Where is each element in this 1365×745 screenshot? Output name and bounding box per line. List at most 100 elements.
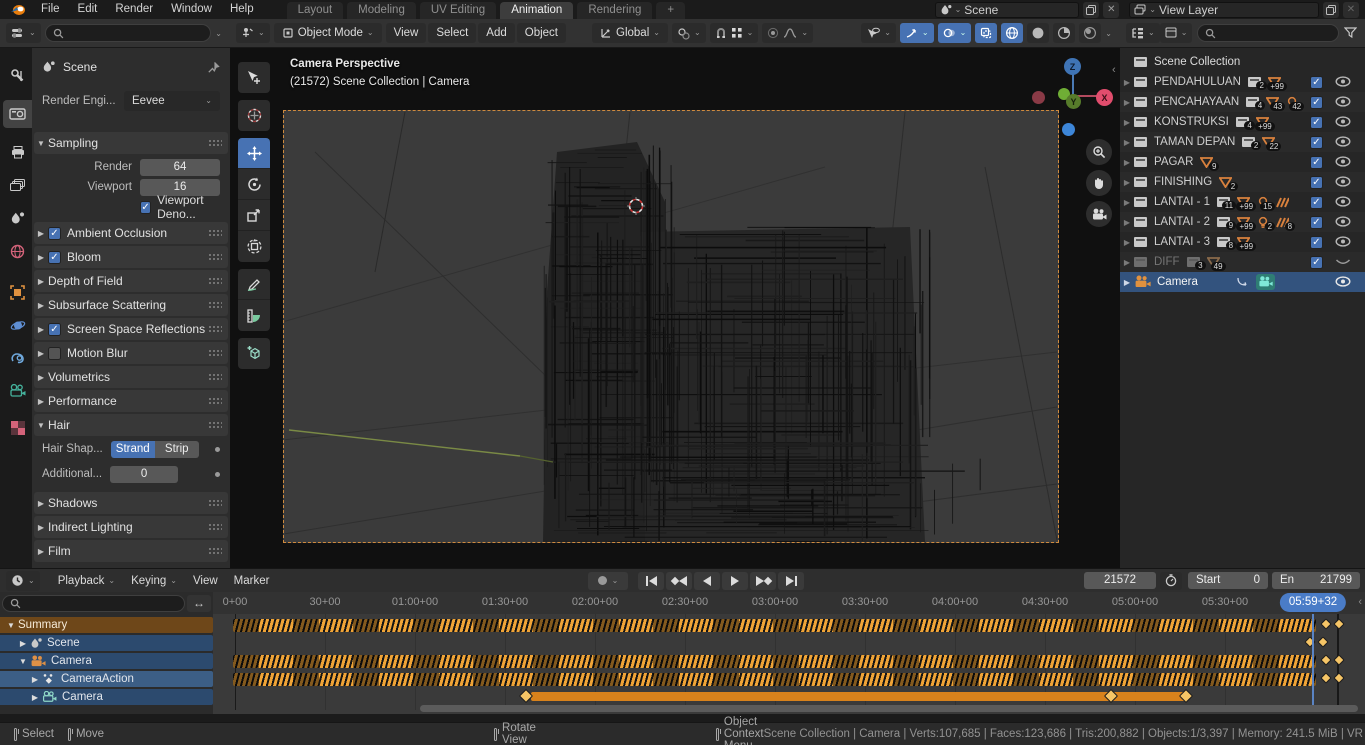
expand-arrow-icon[interactable]: ▶	[1120, 218, 1134, 227]
axis-y-ball[interactable]: Y	[1066, 94, 1081, 109]
menu-help[interactable]: Help	[221, 0, 263, 19]
panel-grip-icon[interactable]	[208, 349, 222, 358]
channel-cameraaction[interactable]: ▶CameraAction	[0, 671, 213, 687]
jump-to-end-button[interactable]	[778, 572, 804, 590]
expand-arrow-icon[interactable]: ▶	[34, 253, 48, 262]
frame-end-field[interactable]: En21799	[1272, 572, 1360, 589]
jump-to-start-button[interactable]	[638, 572, 664, 590]
timeline-scrollbar[interactable]	[420, 705, 1358, 712]
marker-menu[interactable]: Marker	[226, 571, 278, 591]
viewport-menu-object[interactable]: Object	[517, 23, 566, 43]
use-preview-range-button[interactable]	[1160, 572, 1182, 590]
outliner-row-finishing[interactable]: ▶FINISHING2✓	[1120, 172, 1365, 192]
move-tool-button[interactable]	[238, 138, 270, 169]
panel-section-motion-blur[interactable]: ▶Motion Blur	[34, 342, 228, 364]
panel-grip-icon[interactable]	[208, 301, 222, 310]
annotate-tool-button[interactable]	[238, 269, 270, 300]
collection-name[interactable]: KONSTRUKSI	[1154, 116, 1229, 128]
properties-tab-world[interactable]	[3, 237, 32, 265]
checkbox-screen-space-reflections[interactable]: ✓	[48, 323, 61, 336]
panel-grip-icon[interactable]	[208, 325, 222, 334]
collection-name[interactable]: PENDAHULUAN	[1154, 76, 1241, 88]
outliner-row-camera[interactable]: ▶Camera	[1120, 272, 1365, 292]
region-collapse-arrow[interactable]: ‹	[1358, 596, 1362, 608]
panel-grip-icon[interactable]	[208, 277, 222, 286]
properties-filter-chevron[interactable]: ⌄	[215, 29, 222, 38]
properties-editor-type-button[interactable]: ⌄	[6, 23, 41, 43]
viewport-menu-select[interactable]: Select	[428, 23, 476, 43]
workspace-tab-layout[interactable]: Layout	[287, 2, 344, 19]
timeline-view-menu[interactable]: View	[185, 571, 226, 591]
shading-dropdown[interactable]: ⌄	[1105, 29, 1112, 38]
snapping-pivot-button[interactable]: ⌄	[672, 23, 706, 43]
transform-tool-button[interactable]	[238, 231, 270, 262]
add-workspace-button[interactable]: +	[656, 2, 685, 19]
action-strip-bar[interactable]	[531, 692, 1186, 701]
axis-z-ball[interactable]: Z	[1064, 58, 1081, 75]
panel-grip-icon[interactable]	[208, 139, 222, 148]
viewport-3d[interactable]: Camera Perspective (21572) Scene Collect…	[230, 48, 1120, 568]
properties-tab-output[interactable]	[3, 138, 32, 166]
collection-name[interactable]: FINISHING	[1154, 176, 1212, 188]
animate-property-dot[interactable]	[215, 472, 220, 477]
rotate-tool-button[interactable]	[238, 169, 270, 200]
expand-arrow-icon[interactable]: ▶	[34, 301, 48, 310]
expand-arrow-icon[interactable]: ▶	[34, 349, 48, 358]
keyframe-diamond[interactable]	[1317, 636, 1328, 647]
workspace-tab-uv-editing[interactable]: UV Editing	[420, 2, 496, 19]
workspace-tab-rendering[interactable]: Rendering	[577, 2, 652, 19]
overlays-toggle[interactable]: ⌄	[938, 23, 972, 43]
expand-arrow-icon[interactable]: ▶	[28, 693, 42, 702]
expand-arrow-icon[interactable]: ▶	[34, 325, 48, 334]
expand-arrow-icon[interactable]: ▶	[1120, 138, 1134, 147]
channel-camera[interactable]: ▼Camera	[0, 653, 213, 669]
current-time-badge[interactable]: 05:59+32	[1280, 593, 1346, 612]
eye-icon[interactable]	[1335, 156, 1351, 167]
eye-icon[interactable]	[1335, 76, 1351, 87]
panel-section-bloom[interactable]: ▶✓Bloom	[34, 246, 228, 268]
expand-arrow-icon[interactable]: ▶	[1120, 158, 1134, 167]
eye-icon[interactable]	[1335, 176, 1351, 187]
pan-hand-button[interactable]	[1086, 170, 1112, 196]
timeline-editor-type-button[interactable]: ⌄	[6, 571, 40, 591]
collection-name[interactable]: LANTAI - 2	[1154, 216, 1210, 228]
expand-arrow-icon[interactable]: ▶	[34, 523, 48, 532]
hair-shape-option-strand[interactable]: Strand	[111, 441, 155, 458]
keyframe-diamond[interactable]	[519, 689, 533, 703]
collection-checkbox[interactable]: ✓	[1310, 176, 1323, 189]
properties-tab-view-layer[interactable]	[3, 171, 32, 199]
keyframe-strip[interactable]	[233, 673, 1316, 686]
keyframe-diamond[interactable]	[1333, 618, 1344, 629]
expand-arrow-icon[interactable]: ▶	[1120, 238, 1134, 247]
object-visibility-button[interactable]: ⌄	[861, 23, 896, 43]
channel-search-input[interactable]	[2, 595, 185, 612]
viewport-menu-add[interactable]: Add	[478, 23, 514, 43]
playhead[interactable]	[1312, 614, 1314, 706]
menu-window[interactable]: Window	[162, 0, 221, 19]
gizmos-toggle[interactable]: ⌄	[900, 23, 934, 43]
expand-arrow-icon[interactable]: ▶	[1120, 258, 1134, 267]
panel-section-sampling[interactable]: ▼Sampling	[34, 132, 228, 154]
expand-arrow-icon[interactable]: ▶	[34, 277, 48, 286]
collection-name[interactable]: PENCAHAYAAN	[1154, 96, 1239, 108]
eye-icon[interactable]	[1335, 96, 1351, 107]
outliner-row-diff[interactable]: ▶DIFF349✓	[1120, 252, 1365, 272]
properties-tab-scene[interactable]	[3, 204, 32, 232]
playback-menu[interactable]: Playback⌄	[50, 571, 123, 591]
panel-section-film[interactable]: ▶Film	[34, 540, 228, 562]
expand-arrow-icon[interactable]: ▼	[4, 621, 18, 630]
expand-arrow-icon[interactable]: ▶	[34, 547, 48, 556]
play-reverse-button[interactable]	[694, 572, 720, 590]
collection-name[interactable]: LANTAI - 1	[1154, 196, 1210, 208]
expand-arrow-icon[interactable]: ▶	[16, 639, 30, 648]
keyframe-diamond[interactable]	[1320, 672, 1331, 683]
panel-section-shadows[interactable]: ▶Shadows	[34, 492, 228, 514]
outliner-search-input[interactable]	[1197, 24, 1339, 42]
keyframe-diamond[interactable]	[1320, 618, 1331, 629]
new-scene-button[interactable]	[1083, 2, 1099, 18]
timeline-ruler[interactable]: 0+0030+0001:00+0001:30+0002:00+0002:30+0…	[213, 592, 1365, 614]
shading-material-button[interactable]	[1053, 23, 1075, 43]
object-name[interactable]: Camera	[1157, 276, 1198, 288]
panel-section-indirect-lighting[interactable]: ▶Indirect Lighting	[34, 516, 228, 538]
panel-section-subsurface-scattering[interactable]: ▶Subsurface Scattering	[34, 294, 228, 316]
